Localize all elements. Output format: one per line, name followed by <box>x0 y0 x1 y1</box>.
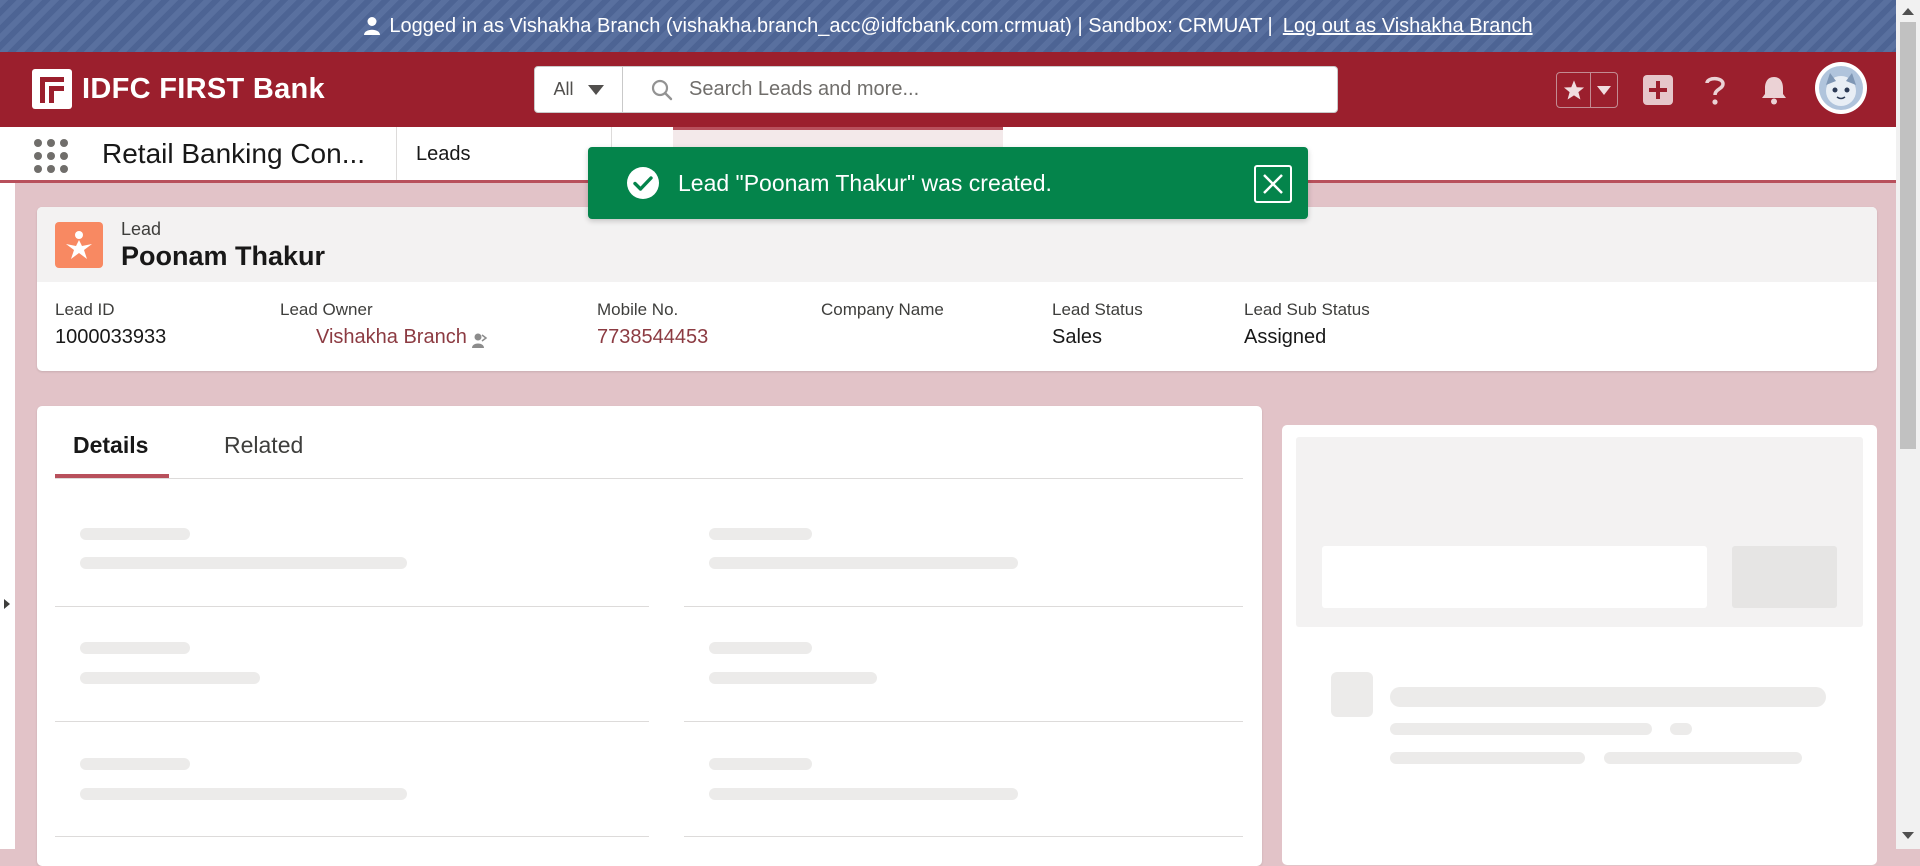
search-scope-label: All <box>553 79 574 99</box>
favorites-group <box>1556 72 1618 108</box>
loading-placeholder <box>1331 672 1373 717</box>
loading-block <box>1296 437 1863 627</box>
astro-avatar-icon <box>1819 66 1863 110</box>
field-value: Assigned <box>1244 326 1327 348</box>
page-scrollbar[interactable] <box>1896 0 1920 849</box>
bell-icon <box>1762 77 1786 105</box>
search-input[interactable] <box>687 77 1337 102</box>
app-name: Retail Banking Con... <box>102 138 366 169</box>
loading-placeholder <box>709 642 812 654</box>
record-title: Poonam Thakur <box>121 241 326 271</box>
login-as-banner: Logged in as Vishakha Branch (vishakha.b… <box>0 0 1896 52</box>
field-company-name: Company Name <box>821 300 944 326</box>
search-icon <box>651 79 673 100</box>
record-highlights-panel: Lead Poonam Thakur Lead ID 1000033933 Le… <box>37 207 1877 371</box>
help-button[interactable] <box>1695 70 1735 110</box>
favorites-star-button[interactable] <box>1557 73 1592 107</box>
banner-text: Logged in as Vishakha Branch (vishakha.b… <box>389 14 1273 37</box>
nav-tab-leads[interactable]: Leads <box>416 143 471 166</box>
brand-logo[interactable]: IDFC FIRST Bank <box>32 69 325 109</box>
loading-placeholder <box>709 788 1018 800</box>
lead-icon <box>55 222 103 268</box>
change-owner-icon[interactable] <box>470 331 488 349</box>
success-check-icon <box>627 167 659 199</box>
field-lead-id: Lead ID 1000033933 <box>55 300 166 349</box>
field-label: Company Name <box>821 300 944 319</box>
logout-link[interactable]: Log out as Vishakha Branch <box>1283 15 1533 38</box>
loading-placeholder <box>80 788 407 800</box>
field-lead-owner: Lead Owner Vishakha Branch <box>280 300 488 349</box>
bank-logo-icon <box>32 69 72 109</box>
star-icon <box>1563 80 1584 100</box>
notifications-button[interactable] <box>1754 70 1794 110</box>
loading-placeholder <box>1670 723 1692 735</box>
detail-tabset: Details Related <box>55 406 1243 479</box>
close-icon <box>1263 174 1283 194</box>
side-panel <box>1282 425 1877 865</box>
loading-placeholder <box>709 758 812 770</box>
field-lead-sub-status: Lead Sub Status Assigned <box>1244 300 1370 349</box>
help-icon <box>1705 76 1725 105</box>
brand-name: IDFC FIRST Bank <box>82 72 325 105</box>
user-avatar[interactable] <box>1815 62 1867 114</box>
loading-placeholder <box>1322 546 1707 608</box>
scroll-down-arrow[interactable] <box>1902 832 1914 839</box>
left-utility-strip <box>0 183 15 849</box>
loading-placeholder <box>709 528 812 540</box>
scroll-up-arrow[interactable] <box>1902 8 1914 15</box>
search-scope-dropdown[interactable]: All <box>535 67 623 112</box>
loading-placeholder <box>1604 752 1802 764</box>
field-value: 1000033933 <box>55 326 167 348</box>
global-actions-button[interactable] <box>1638 70 1678 110</box>
app-launcher-button[interactable] <box>34 139 68 173</box>
field-label: Lead ID <box>55 300 115 319</box>
toast-message: Lead "Poonam Thakur" was created. <box>678 169 1052 196</box>
field-label: Lead Status <box>1052 300 1143 319</box>
loading-placeholder <box>80 557 407 569</box>
global-header: IDFC FIRST Bank All <box>0 52 1896 127</box>
user-icon <box>364 17 381 35</box>
field-value: Sales <box>1052 326 1103 348</box>
record-type-label: Lead <box>121 219 162 239</box>
field-mobile-no: Mobile No. 7738544453 <box>597 300 708 349</box>
loading-placeholder <box>1390 687 1826 707</box>
loading-placeholder <box>80 672 260 684</box>
loading-placeholder <box>1390 723 1652 735</box>
tab-details[interactable]: Details <box>73 432 148 459</box>
tab-related[interactable]: Related <box>224 432 303 459</box>
loading-placeholder <box>1390 752 1585 764</box>
details-panel: Details Related <box>37 406 1262 866</box>
success-toast: Lead "Poonam Thakur" was created. <box>588 147 1308 219</box>
loading-placeholder <box>1732 546 1837 608</box>
chevron-down-icon <box>587 84 604 95</box>
loading-placeholder <box>80 528 190 540</box>
favorites-list-button[interactable] <box>1591 73 1617 107</box>
mobile-number-link[interactable]: 7738544453 <box>597 326 708 349</box>
lead-owner-link[interactable]: Vishakha Branch <box>316 326 467 349</box>
chevron-down-icon <box>1597 85 1612 95</box>
loading-placeholder <box>80 642 190 654</box>
field-lead-status: Lead Status Sales <box>1052 300 1143 349</box>
toast-close-button[interactable] <box>1254 165 1292 203</box>
field-label: Lead Owner <box>280 300 373 319</box>
loading-placeholder <box>80 758 190 770</box>
field-label: Lead Sub Status <box>1244 300 1370 319</box>
add-icon <box>1643 75 1673 105</box>
loading-placeholder <box>709 672 877 684</box>
expand-panel-icon[interactable] <box>4 599 10 609</box>
field-label: Mobile No. <box>597 300 679 319</box>
active-tab-indicator <box>55 474 169 478</box>
global-search: All <box>534 66 1338 113</box>
scroll-thumb[interactable] <box>1900 22 1916 449</box>
loading-placeholder <box>709 557 1018 569</box>
